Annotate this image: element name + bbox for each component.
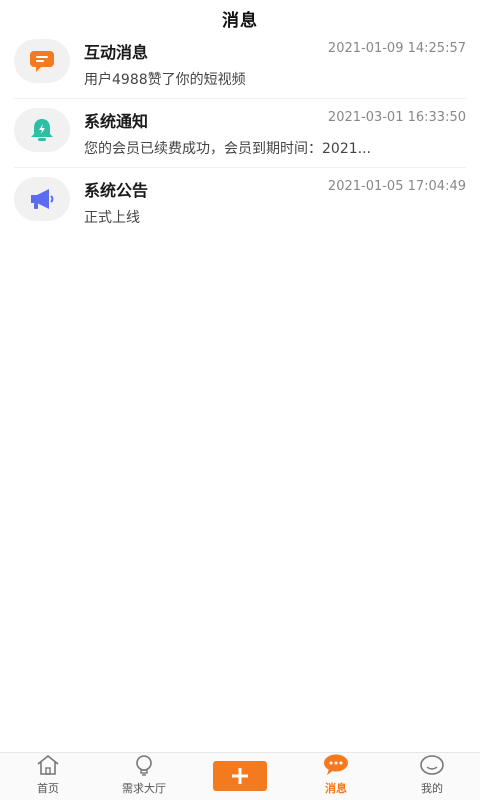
message-time: 2021-03-01 16:33:50 [327,110,466,125]
lightbulb-icon [132,753,156,777]
message-item-announcement[interactable]: 系统公告 2021-01-05 17:04:49 正式上线 [14,168,466,237]
chat-bubble-icon [30,51,54,72]
tab-demand-hall[interactable]: 需求大厅 [96,753,192,800]
page-title: 消息 [222,10,258,31]
plus-icon [232,768,248,784]
message-list: 互动消息 2021-01-09 14:25:57 用户4988赞了你的短视频 系… [0,30,480,237]
message-preview: 正式上线 [84,210,140,226]
message-time: 2021-01-05 17:04:49 [327,179,466,194]
megaphone-icon [31,189,54,209]
message-title: 系统通知 [84,112,149,131]
tab-label: 需求大厅 [122,782,166,795]
bottom-tabbar: 首页 需求大厅 消息 我的 [0,752,480,800]
tab-label: 消息 [325,782,347,795]
profile-icon [419,753,445,777]
message-avatar [14,108,70,152]
publish-button[interactable] [213,761,267,791]
message-time: 2021-01-09 14:25:57 [327,41,466,56]
message-item-system-notice[interactable]: 系统通知 2021-03-01 16:33:50 您的会员已续费成功，会员到期时… [14,99,466,168]
app-screen: 消息 互动消息 2021-01-09 14:25:57 用户4988赞了你的短视… [0,0,480,800]
message-avatar [14,39,70,83]
chat-icon [322,753,350,777]
tab-mine[interactable]: 我的 [384,753,480,800]
message-preview: 您的会员已续费成功，会员到期时间：2021... [84,141,371,157]
home-icon [35,753,61,777]
message-item-interaction[interactable]: 互动消息 2021-01-09 14:25:57 用户4988赞了你的短视频 [14,30,466,99]
tab-publish[interactable] [192,753,288,800]
tab-messages[interactable]: 消息 [288,753,384,800]
message-title: 互动消息 [84,43,149,62]
tab-home[interactable]: 首页 [0,753,96,800]
tab-label: 首页 [37,782,59,795]
bell-icon [31,119,53,141]
tab-label: 我的 [421,782,443,795]
message-avatar [14,177,70,221]
message-preview: 用户4988赞了你的短视频 [84,72,246,88]
message-title: 系统公告 [84,181,149,200]
